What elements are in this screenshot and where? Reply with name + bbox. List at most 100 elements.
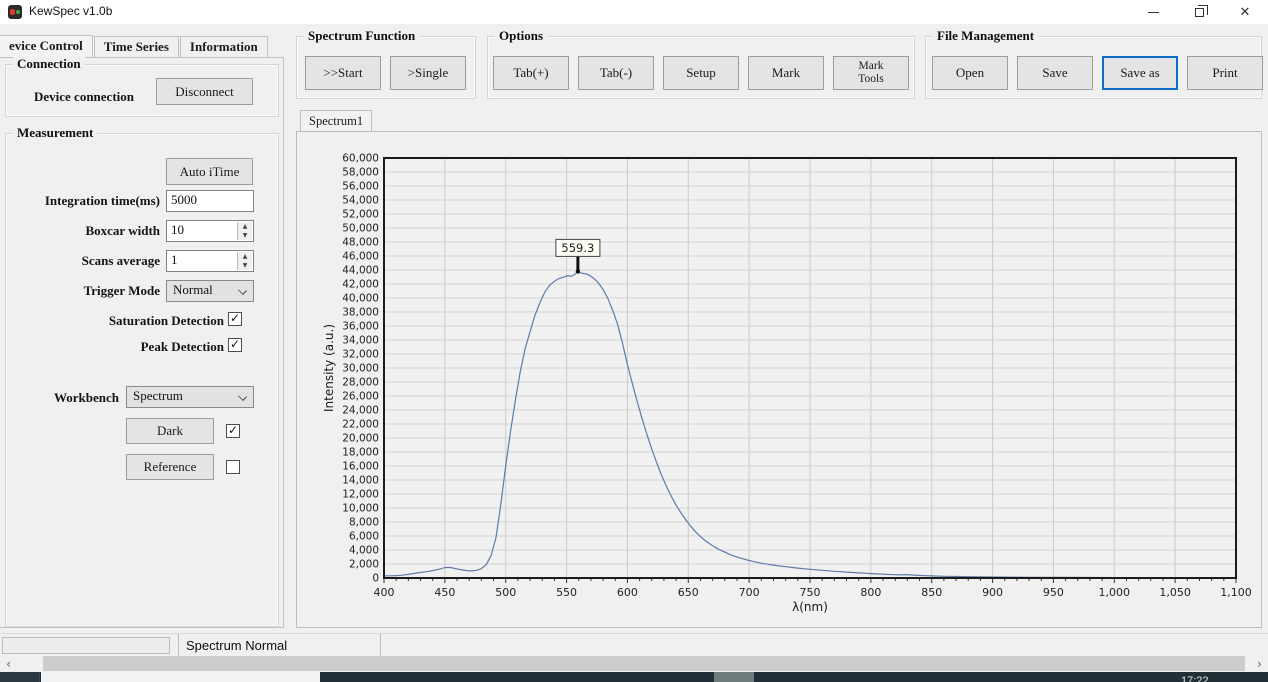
svg-text:1,050: 1,050 xyxy=(1159,586,1191,599)
device-connection-label: Device connection xyxy=(34,89,134,105)
svg-text:40,000: 40,000 xyxy=(342,293,379,305)
measurement-group: Measurement Auto iTime Integration time(… xyxy=(5,133,279,627)
restore-button[interactable] xyxy=(1176,0,1222,24)
taskbar-strip[interactable]: 17:22 xyxy=(0,672,1268,682)
spinner-down-icon[interactable]: ▼ xyxy=(238,261,252,270)
mark-tools-button[interactable]: Mark Tools xyxy=(833,56,909,90)
minimize-icon xyxy=(1148,12,1159,13)
svg-text:52,000: 52,000 xyxy=(342,209,379,221)
dark-button[interactable]: Dark xyxy=(126,418,214,444)
integration-time-value: 5000 xyxy=(171,192,197,207)
spinner-up-icon[interactable]: ▲ xyxy=(238,252,252,261)
svg-text:56,000: 56,000 xyxy=(342,181,379,193)
svg-text:28,000: 28,000 xyxy=(342,377,379,389)
svg-text:4,000: 4,000 xyxy=(349,545,379,557)
peak-detection-checkbox[interactable] xyxy=(228,338,242,352)
taskbar-clock: 17:22 xyxy=(1181,675,1209,682)
status-progress-box xyxy=(2,637,170,654)
taskbar-segment[interactable] xyxy=(41,672,320,682)
scans-average-stepper[interactable]: ▲ ▼ xyxy=(237,252,252,270)
svg-text:14,000: 14,000 xyxy=(342,475,379,487)
scrollbar-thumb[interactable] xyxy=(43,656,1245,671)
svg-text:2,000: 2,000 xyxy=(349,559,379,571)
svg-text:Intensity (a.u.): Intensity (a.u.) xyxy=(322,324,336,412)
svg-text:450: 450 xyxy=(434,586,455,599)
save-as-button[interactable]: Save as xyxy=(1102,56,1178,90)
svg-text:22,000: 22,000 xyxy=(342,419,379,431)
svg-text:34,000: 34,000 xyxy=(342,335,379,347)
integration-time-input[interactable]: 5000 xyxy=(166,190,254,212)
reference-checkbox[interactable] xyxy=(226,460,240,474)
status-separator xyxy=(380,634,381,657)
dark-checkbox[interactable] xyxy=(226,424,240,438)
tab-plus-button[interactable]: Tab(+) xyxy=(493,56,569,90)
scroll-left-icon[interactable]: ‹ xyxy=(0,656,17,671)
start-button[interactable]: >>Start xyxy=(305,56,381,90)
single-button[interactable]: >Single xyxy=(390,56,466,90)
svg-text:400: 400 xyxy=(374,586,395,599)
svg-text:500: 500 xyxy=(495,586,516,599)
print-button[interactable]: Print xyxy=(1187,56,1263,90)
svg-text:900: 900 xyxy=(982,586,1003,599)
svg-text:60,000: 60,000 xyxy=(342,153,379,165)
boxcar-width-label: Boxcar width xyxy=(85,223,160,239)
boxcar-width-stepper[interactable]: ▲ ▼ xyxy=(237,222,252,240)
tab-time-series[interactable]: Time Series xyxy=(94,36,179,58)
svg-text:0: 0 xyxy=(372,573,379,585)
scans-average-value: 1 xyxy=(171,252,178,267)
status-bar: Spectrum Normal xyxy=(0,633,1268,656)
minimize-button[interactable] xyxy=(1130,0,1176,24)
connection-group: Connection Device connection Disconnect xyxy=(5,64,279,117)
svg-text:559.3: 559.3 xyxy=(561,241,594,255)
mark-button[interactable]: Mark xyxy=(748,56,824,90)
file-management-header: File Management xyxy=(933,28,1038,44)
scans-average-label: Scans average xyxy=(82,253,160,269)
save-button[interactable]: Save xyxy=(1017,56,1093,90)
workbench-dropdown[interactable]: Spectrum xyxy=(126,386,254,408)
svg-text:20,000: 20,000 xyxy=(342,433,379,445)
svg-text:58,000: 58,000 xyxy=(342,167,379,179)
connection-header: Connection xyxy=(13,56,85,72)
status-message: Spectrum Normal xyxy=(186,638,287,653)
spinner-up-icon[interactable]: ▲ xyxy=(238,222,252,231)
status-separator xyxy=(178,634,179,657)
svg-text:550: 550 xyxy=(556,586,577,599)
auto-itime-button[interactable]: Auto iTime xyxy=(166,158,253,185)
workbench-value: Spectrum xyxy=(133,388,183,403)
svg-text:6,000: 6,000 xyxy=(349,531,379,543)
setup-button[interactable]: Setup xyxy=(663,56,739,90)
title-bar: KewSpec v1.0b ✕ xyxy=(0,0,1268,24)
tab-information[interactable]: Information xyxy=(180,36,268,58)
open-button[interactable]: Open xyxy=(932,56,1008,90)
left-tab-strip: evice Control Time Series Information xyxy=(0,36,269,58)
scans-average-input[interactable]: 1 ▲ ▼ xyxy=(166,250,254,272)
saturation-detection-label: Saturation Detection xyxy=(109,313,224,329)
reference-button[interactable]: Reference xyxy=(126,454,214,480)
trigger-mode-dropdown[interactable]: Normal xyxy=(166,280,254,302)
chart-page: 4004505005506006507007508008509009501,00… xyxy=(296,131,1262,628)
integration-time-label: Integration time(ms) xyxy=(45,193,160,209)
restore-icon xyxy=(1195,8,1204,17)
spectrum1-tab[interactable]: Spectrum1 xyxy=(300,110,372,132)
svg-text:38,000: 38,000 xyxy=(342,307,379,319)
spectrum-chart[interactable]: 4004505005506006507007508008509009501,00… xyxy=(297,132,1261,627)
spectrum-function-group: Spectrum Function >>Start >Single xyxy=(296,36,476,99)
spinner-down-icon[interactable]: ▼ xyxy=(238,231,252,240)
boxcar-width-input[interactable]: 10 ▲ ▼ xyxy=(166,220,254,242)
svg-text:16,000: 16,000 xyxy=(342,461,379,473)
disconnect-button[interactable]: Disconnect xyxy=(156,78,253,105)
close-button[interactable]: ✕ xyxy=(1222,0,1268,24)
svg-text:1,000: 1,000 xyxy=(1099,586,1131,599)
tab-device-control[interactable]: evice Control xyxy=(0,35,93,58)
saturation-detection-checkbox[interactable] xyxy=(228,312,242,326)
taskbar-segment[interactable] xyxy=(714,672,754,682)
svg-text:26,000: 26,000 xyxy=(342,391,379,403)
tab-minus-button[interactable]: Tab(-) xyxy=(578,56,654,90)
chevron-down-icon xyxy=(238,392,247,401)
scroll-right-icon[interactable]: › xyxy=(1251,656,1268,671)
horizontal-scrollbar[interactable]: ‹ › xyxy=(0,656,1268,671)
svg-text:10,000: 10,000 xyxy=(342,503,379,515)
svg-text:32,000: 32,000 xyxy=(342,349,379,361)
svg-text:36,000: 36,000 xyxy=(342,321,379,333)
taskbar-segment[interactable] xyxy=(0,672,40,682)
